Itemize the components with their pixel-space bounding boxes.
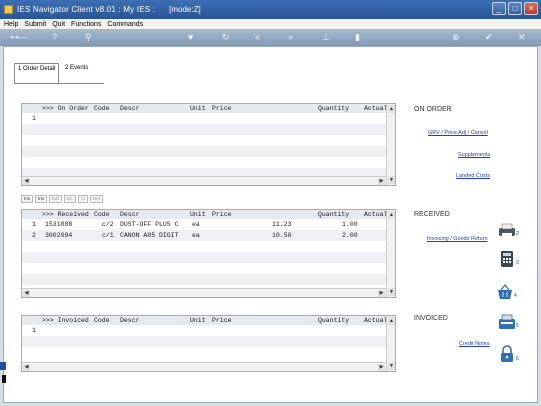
on-order-header: >>> On Order Code Descr Unit Price Quant… <box>22 104 395 113</box>
rewind-icon[interactable]: « <box>255 32 260 42</box>
received-header: >>> Received Code Descr Unit Price Quant… <box>22 210 395 219</box>
menu-commands[interactable]: Commands <box>107 21 143 28</box>
scroll-down-icon[interactable]: ▼ <box>388 288 395 296</box>
scroll-left-icon[interactable]: ◀ <box>23 290 30 297</box>
vertical-scrollbar[interactable]: ▲ ▼ <box>386 104 395 185</box>
nav-button[interactable]: Ins <box>21 195 34 203</box>
table-row[interactable] <box>22 252 395 263</box>
calculator-icon[interactable] <box>498 250 516 268</box>
landed-costs-link[interactable]: Landed Costs <box>456 173 490 179</box>
invoiced-grid: >>> Invoiced Code Descr Unit Price Quant… <box>21 315 396 372</box>
invoiced-header: >>> Invoiced Code Descr Unit Price Quant… <box>22 316 395 325</box>
table-row[interactable] <box>22 241 395 252</box>
table-row[interactable]: 1 1531088 c/2 DUST-OFF PLUS C ea 11.23 1… <box>22 219 395 230</box>
table-row[interactable]: 2 3002094 c/1 CANON A85 DIGIT ea 10.50 2… <box>22 230 395 241</box>
close-window-button[interactable]: ✕ <box>524 2 538 15</box>
table-row[interactable] <box>22 336 395 347</box>
horizontal-scrollbar[interactable]: ◀ ▶ <box>22 362 386 371</box>
scroll-right-icon[interactable]: ▶ <box>378 178 385 185</box>
nav-button[interactable]: Inc <box>63 195 76 203</box>
table-row[interactable] <box>22 274 395 285</box>
tab-bar: 1 Order Detail 2 Events <box>14 53 104 84</box>
received-title: RECEIVED <box>414 211 450 218</box>
padlock-icon[interactable] <box>498 345 516 363</box>
invoiced-title: INVOICED <box>414 315 448 322</box>
nav-button[interactable]: Del <box>90 195 103 203</box>
invoicing-goods-return-link[interactable]: Invoicing / Goods Return <box>427 236 488 242</box>
grid-nav-buttons: Ins Ins Edt Inc Cl Del <box>21 195 141 204</box>
left-edge-marker <box>2 375 6 383</box>
tab-events[interactable]: 2 Events <box>62 63 91 73</box>
grv-price-adj-cancel-link[interactable]: GRV / Price Adj / Cancel <box>428 130 488 136</box>
calculator-icon-number: 3 <box>516 260 519 266</box>
on-order-title: ON ORDER <box>414 106 452 113</box>
app-icon <box>4 5 13 14</box>
on-order-grid: >>> On Order Code Descr Unit Price Quant… <box>21 103 396 186</box>
exit-icon[interactable]: ▮ <box>355 32 360 42</box>
check-icon[interactable]: ✔ <box>485 32 493 42</box>
scroll-left-icon[interactable]: ◀ <box>23 178 30 185</box>
basket-icon[interactable] <box>496 283 514 301</box>
padlock-icon-number: 6 <box>516 356 519 362</box>
credit-notes-link[interactable]: Credit Notes <box>459 341 490 347</box>
table-row[interactable] <box>22 263 395 274</box>
scroll-up-icon[interactable]: ▲ <box>388 211 395 219</box>
minimize-button[interactable]: _ <box>492 2 506 15</box>
pin-icon[interactable]: ⊥ <box>322 32 330 42</box>
basket-icon-number: 4 <box>514 293 517 299</box>
table-row[interactable] <box>22 347 395 358</box>
title-bar: IES Navigator Client v8.01 : My IES : [m… <box>0 0 541 19</box>
menu-help[interactable]: Help <box>4 21 18 28</box>
table-row[interactable]: 1 <box>22 113 395 124</box>
received-grid: >>> Received Code Descr Unit Price Quant… <box>21 209 396 298</box>
menu-bar: Help Submit Quit Functions Commands <box>0 19 541 29</box>
scroll-down-icon[interactable]: ▼ <box>388 362 395 370</box>
nav-button[interactable]: Edt <box>49 195 62 203</box>
scroll-left-icon[interactable]: ◀ <box>23 364 30 371</box>
scroll-right-icon[interactable]: ▶ <box>378 364 385 371</box>
window-title: IES Navigator Client v8.01 : My IES : <box>17 5 156 14</box>
horizontal-scrollbar[interactable]: ◀ ▶ <box>22 288 386 297</box>
help-icon[interactable]: ? <box>52 32 57 42</box>
nav-button[interactable]: Ins <box>35 195 48 203</box>
menu-quit[interactable]: Quit <box>52 21 65 28</box>
refresh-icon[interactable]: ↻ <box>222 32 230 42</box>
mode-label: [mode:Z] <box>169 5 201 14</box>
heart-icon[interactable]: ♥ <box>188 32 193 42</box>
cash-register-icon[interactable] <box>498 313 516 331</box>
left-edge-marker <box>0 362 6 370</box>
printer-icon[interactable] <box>498 221 516 239</box>
lock-icon[interactable]: ⊕ <box>452 32 460 42</box>
table-row[interactable] <box>22 146 395 157</box>
nav-button[interactable]: Cl <box>77 195 89 203</box>
vertical-scrollbar[interactable]: ▲ ▼ <box>386 210 395 297</box>
horizontal-scrollbar[interactable]: ◀ ▶ <box>22 176 386 185</box>
toolbar: ⊶— ? ⚲ ♥ ↻ « » ⊥ ▮ ⊕ ✔ ✕ <box>0 29 541 46</box>
scroll-up-icon[interactable]: ▲ <box>388 317 395 325</box>
supplements-link[interactable]: Supplements <box>458 152 490 158</box>
menu-submit[interactable]: Submit <box>24 21 46 28</box>
printer-icon-number: 2 <box>516 231 519 237</box>
vertical-scrollbar[interactable]: ▲ ▼ <box>386 316 395 371</box>
table-row[interactable] <box>22 157 395 168</box>
search-icon[interactable]: ⚲ <box>85 32 92 42</box>
close-icon[interactable]: ✕ <box>518 32 526 42</box>
main-panel: 1 Order Detail 2 Events >>> On Order Cod… <box>3 46 538 403</box>
scroll-up-icon[interactable]: ▲ <box>388 105 395 113</box>
maximize-button[interactable]: □ <box>508 2 522 15</box>
tab-order-detail[interactable]: 1 Order Detail <box>14 63 60 83</box>
table-row[interactable]: 1 <box>22 325 395 336</box>
scroll-down-icon[interactable]: ▼ <box>388 176 395 184</box>
table-row[interactable] <box>22 135 395 146</box>
key-icon[interactable]: ⊶— <box>10 32 28 42</box>
scroll-right-icon[interactable]: ▶ <box>378 290 385 297</box>
table-row[interactable] <box>22 124 395 135</box>
cash-register-icon-number: 5 <box>516 323 519 329</box>
menu-functions[interactable]: Functions <box>71 21 101 28</box>
fast-forward-icon[interactable]: » <box>288 32 293 42</box>
